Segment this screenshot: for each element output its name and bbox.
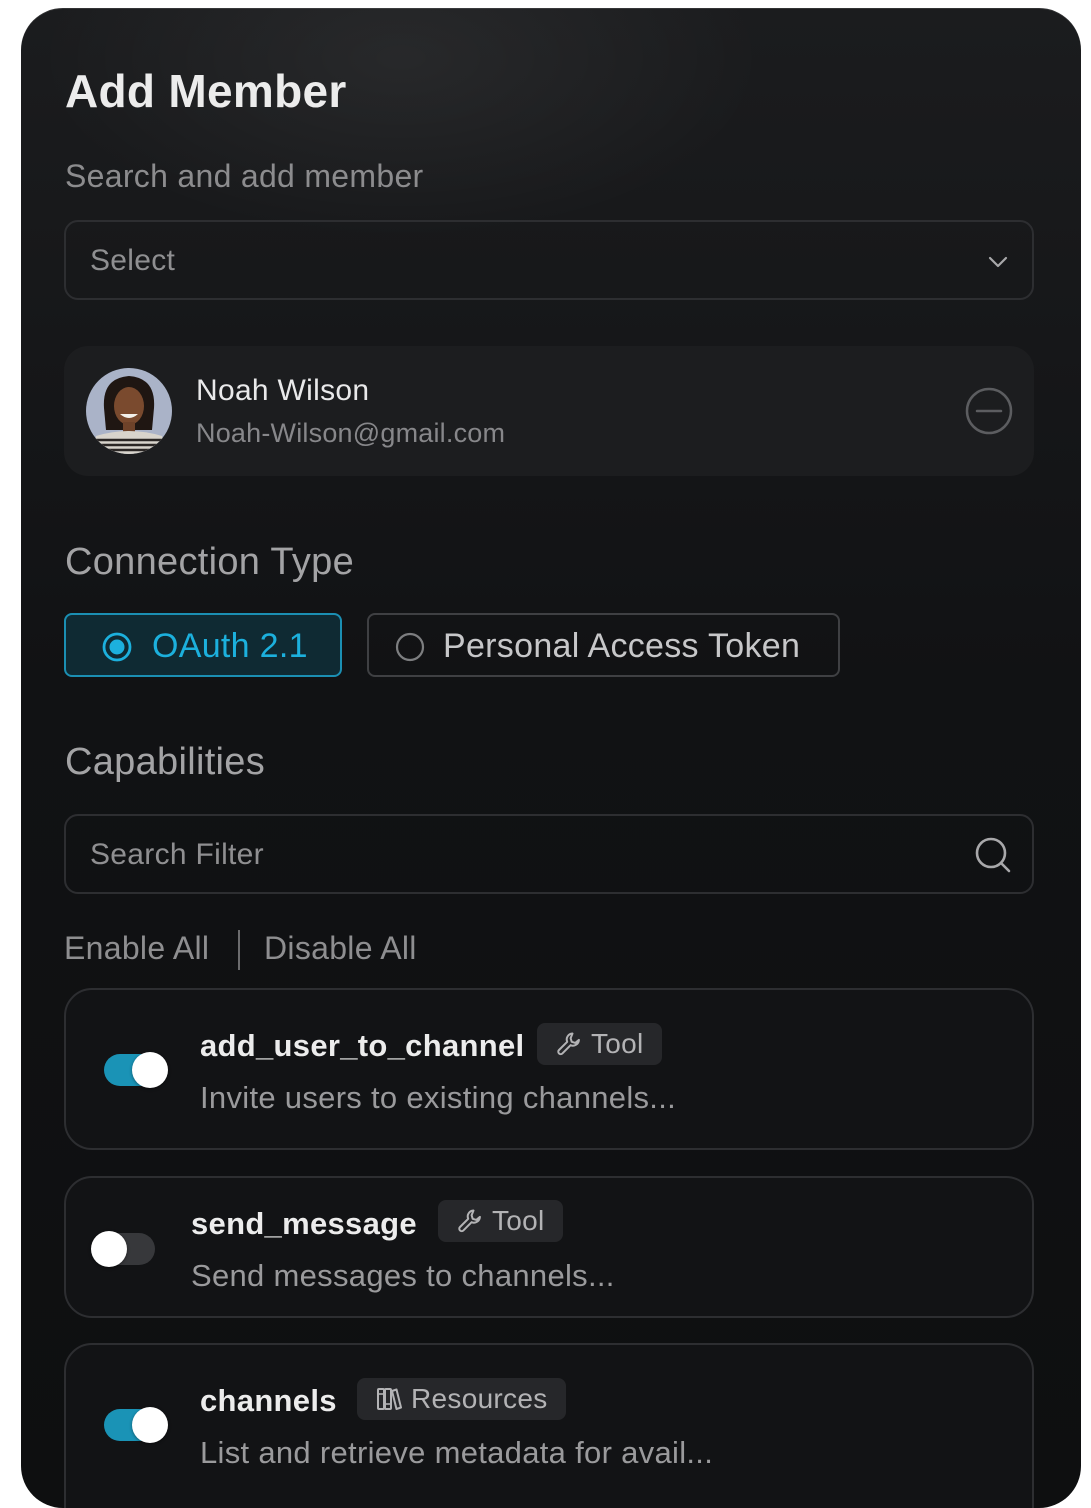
capability-name: channels (200, 1383, 337, 1418)
capability-badge-label: Tool (591, 1028, 644, 1059)
capability-type-badge: Tool (537, 1023, 662, 1065)
select-value: Select (90, 244, 176, 277)
search-member-label: Search and add member (65, 158, 424, 194)
chevron-down-icon (988, 256, 1008, 268)
capability-description: List and retrieve metadata for avail... (200, 1435, 714, 1470)
divider (238, 930, 240, 970)
capability-toggle[interactable] (104, 1407, 168, 1443)
member-email: Noah-Wilson@gmail.com (196, 418, 506, 448)
capability-description: Invite users to existing channels... (200, 1080, 677, 1115)
capability-card: add_user_to_channel Tool Invite users to… (64, 988, 1034, 1150)
capability-name: add_user_to_channel (200, 1028, 525, 1063)
capability-toggle[interactable] (104, 1052, 168, 1088)
books-icon (377, 1388, 402, 1410)
capability-name: send_message (191, 1206, 417, 1241)
member-name: Noah Wilson (196, 374, 370, 407)
capabilities-heading: Capabilities (65, 741, 266, 783)
capability-card: send_message Tool Send messages to chann… (64, 1176, 1034, 1318)
connection-type-heading: Connection Type (65, 541, 354, 583)
avatar (86, 368, 172, 454)
wrench-icon (557, 1032, 580, 1056)
search-icon[interactable] (974, 836, 1012, 874)
radio-unselected-icon (395, 632, 425, 662)
capabilities-search-box (64, 814, 1034, 894)
capability-badge-label: Resources (411, 1383, 548, 1414)
member-select-dropdown[interactable]: Select (64, 220, 1034, 300)
minus-circle-icon[interactable] (964, 386, 1014, 436)
capabilities-search-input[interactable] (88, 830, 952, 880)
radio-oauth[interactable]: OAuth 2.1 (64, 613, 342, 677)
radio-oauth-label: OAuth 2.1 (152, 627, 308, 665)
toggle-knob (132, 1407, 168, 1443)
radio-personal-access-token[interactable]: Personal Access Token (367, 613, 840, 677)
selected-member-card: Noah Wilson Noah-Wilson@gmail.com (64, 346, 1034, 476)
toggle-knob (91, 1231, 127, 1267)
capability-description: Send messages to channels... (191, 1258, 615, 1293)
wrench-icon (458, 1209, 481, 1233)
capability-type-badge: Resources (357, 1378, 566, 1420)
toggle-knob (132, 1052, 168, 1088)
dialog-title: Add Member (65, 65, 347, 117)
radio-pat-label: Personal Access Token (443, 627, 801, 665)
capability-badge-label: Tool (492, 1205, 545, 1236)
capability-toggle[interactable] (91, 1231, 155, 1267)
disable-all-link[interactable]: Disable All (264, 930, 417, 967)
add-member-dialog: Add Member Search and add member Select … (21, 8, 1081, 1508)
capability-card: channels Resources List and retrieve met… (64, 1343, 1034, 1508)
capability-type-badge: Tool (438, 1200, 563, 1242)
enable-all-link[interactable]: Enable All (64, 930, 209, 967)
radio-selected-icon (102, 632, 132, 662)
